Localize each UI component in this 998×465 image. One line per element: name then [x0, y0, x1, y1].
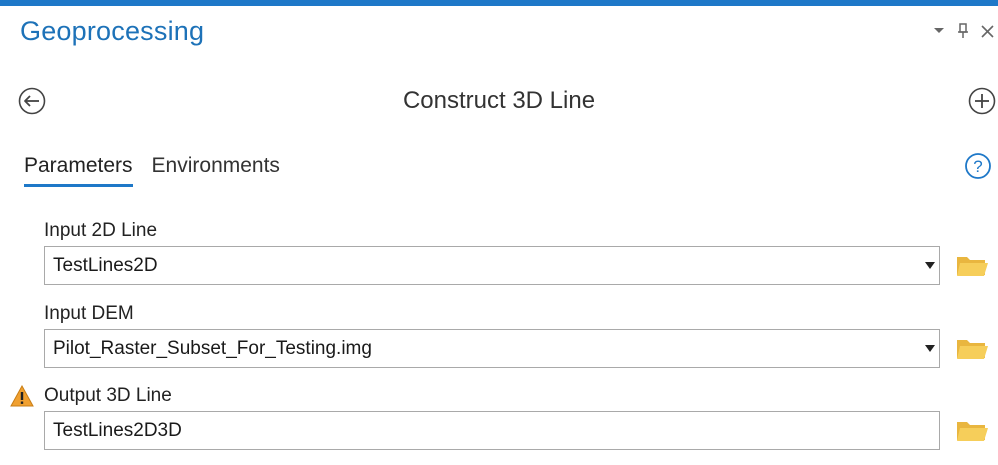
tool-title: Construct 3D Line — [402, 87, 596, 114]
pin-icon[interactable] — [956, 22, 970, 40]
help-icon[interactable]: ? — [964, 152, 992, 180]
tab-parameters[interactable]: Parameters — [24, 154, 133, 187]
folder-icon[interactable] — [955, 416, 989, 444]
chevron-down-icon[interactable] — [925, 345, 935, 353]
tab-strip: Parameters Environments — [24, 154, 280, 187]
output-3d-line-value: TestLines2D3D — [53, 420, 182, 441]
chevron-down-icon[interactable] — [932, 22, 946, 40]
svg-text:?: ? — [973, 157, 982, 176]
param-label-input-dem: Input DEM — [44, 303, 134, 324]
tab-environments[interactable]: Environments — [152, 154, 280, 187]
add-icon[interactable] — [967, 86, 997, 116]
output-3d-line-field[interactable]: TestLines2D3D — [44, 411, 940, 450]
param-label-output-3d-line: Output 3D Line — [44, 385, 172, 406]
pane-controls — [932, 22, 994, 40]
pane-top-accent-bar — [0, 0, 998, 6]
tool-header: Construct 3D Line — [0, 82, 998, 122]
chevron-down-icon[interactable] — [925, 262, 935, 270]
folder-icon[interactable] — [955, 334, 989, 362]
input-dem-field[interactable]: Pilot_Raster_Subset_For_Testing.img — [44, 329, 940, 368]
folder-icon[interactable] — [955, 251, 989, 279]
input-dem-value: Pilot_Raster_Subset_For_Testing.img — [53, 338, 372, 359]
warning-icon[interactable] — [10, 384, 34, 407]
param-label-input-2d-line: Input 2D Line — [44, 220, 158, 241]
pane-title: Geoprocessing — [20, 16, 205, 46]
close-icon[interactable] — [980, 22, 994, 40]
input-2d-line-field[interactable]: TestLines2D — [44, 246, 940, 285]
input-2d-line-value: TestLines2D — [53, 255, 158, 276]
